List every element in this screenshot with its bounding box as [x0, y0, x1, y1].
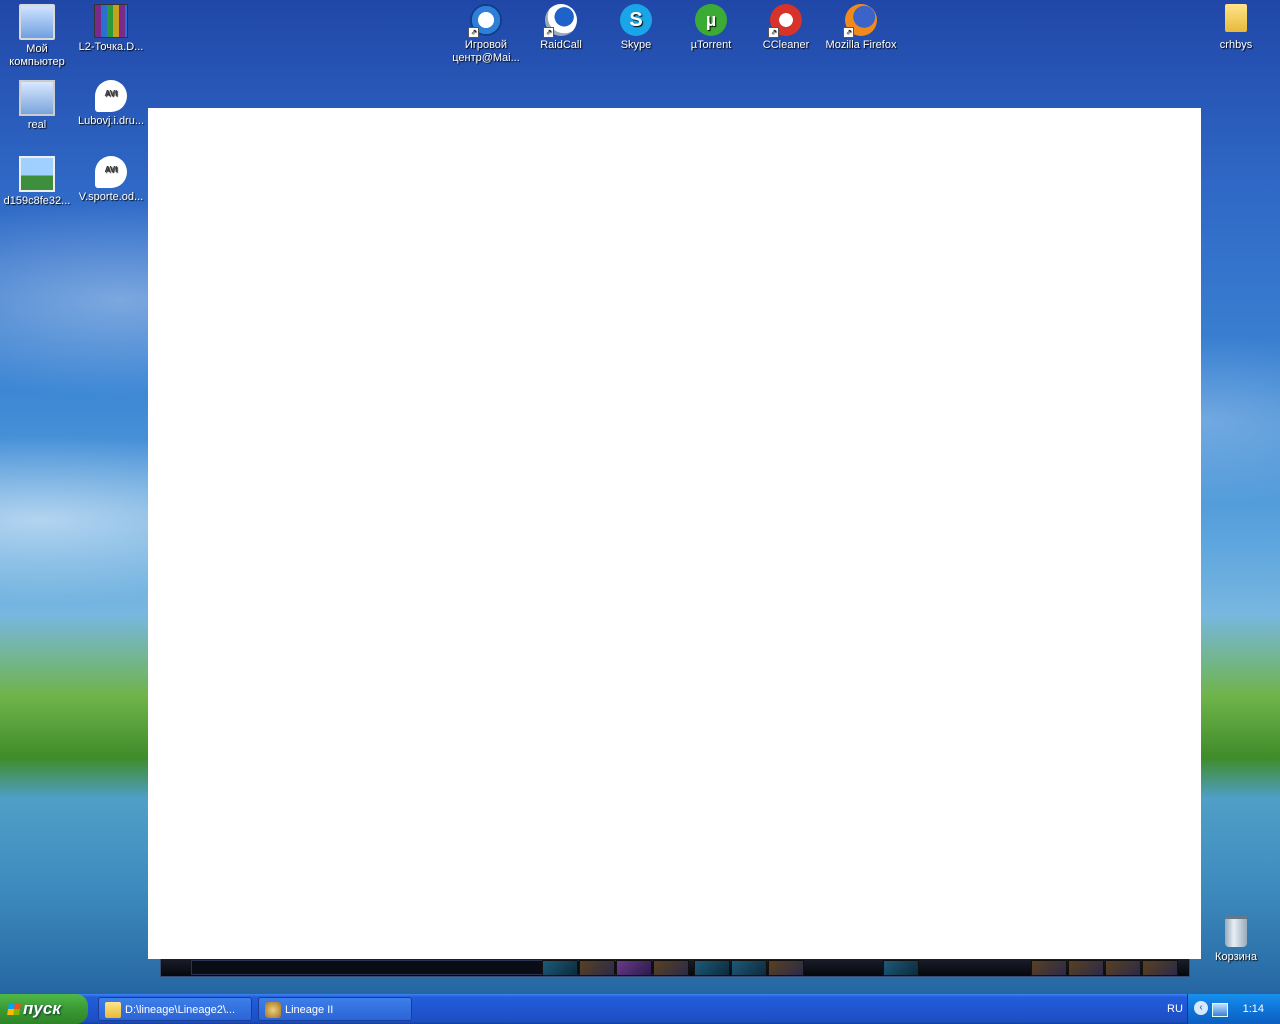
- taskbar-button-label: Lineage II: [285, 1004, 334, 1016]
- desktop-icon-raidcall[interactable]: ↗ RaidCall: [524, 4, 598, 52]
- skype-icon: S: [620, 4, 652, 36]
- image-file-icon: [19, 156, 55, 192]
- language-indicator[interactable]: RU: [1167, 994, 1183, 1024]
- desktop-icon-image-file[interactable]: d159c8fe32...: [0, 156, 74, 208]
- network-icon: [19, 80, 55, 116]
- recycle-bin-icon-wrap: [1220, 916, 1252, 948]
- desktop-icon-label: Lubovj.i.dru...: [77, 115, 145, 127]
- firefox-icon: ↗: [843, 4, 877, 38]
- desktop-icon-recycle-bin[interactable]: Корзина: [1199, 914, 1273, 964]
- desktop-icon-label: real: [27, 119, 47, 131]
- desktop-icon-label: µTorrent: [690, 39, 732, 51]
- recycle-bin-icon: [1225, 916, 1247, 947]
- avi-file-icon: AVI: [95, 80, 127, 112]
- game-center-icon: ↗: [468, 4, 502, 38]
- game-hotbar[interactable]: [160, 959, 1190, 977]
- folder-icon: [105, 1002, 121, 1018]
- hotbar-slot[interactable]: [768, 960, 804, 976]
- desktop-icon-real[interactable]: real: [0, 80, 74, 132]
- desktop-icon-label: V.sporte.od...: [78, 191, 144, 203]
- desktop-icon-label: Корзина: [1215, 951, 1257, 963]
- hotbar-slot[interactable]: [1068, 960, 1104, 976]
- hotbar-slot[interactable]: [883, 960, 919, 976]
- desktop-icon-label: CCleaner: [762, 39, 810, 51]
- desktop-icon-l2-archive[interactable]: L2-Точка.D...: [74, 4, 148, 54]
- folder-icon: [1225, 4, 1247, 32]
- system-tray: ‹ 1:14: [1187, 994, 1280, 1024]
- hotbar-slot[interactable]: [1031, 960, 1067, 976]
- shortcut-arrow-icon: ↗: [768, 27, 779, 38]
- desktop-icon-lubovj[interactable]: AVI Lubovj.i.dru...: [74, 80, 148, 128]
- taskbar-button-explorer[interactable]: D:\lineage\Lineage2\...: [98, 997, 252, 1021]
- desktop-icon-label: Мой компьютер: [9, 43, 65, 68]
- lineage-game-window[interactable]: [148, 108, 1201, 959]
- raidcall-icon: ↗: [543, 4, 577, 38]
- desktop-icon-skype[interactable]: S Skype: [599, 4, 673, 52]
- hotbar-slot[interactable]: [731, 960, 767, 976]
- computer-icon: [19, 4, 55, 40]
- hotbar-slot[interactable]: [1105, 960, 1141, 976]
- desktop-icon-label: d159c8fe32...: [3, 195, 71, 207]
- taskbar-button-lineage[interactable]: Lineage II: [258, 997, 412, 1021]
- desktop-icon-v-sporte[interactable]: AVI V.sporte.od...: [74, 156, 148, 204]
- hotbar-slot[interactable]: [1142, 960, 1178, 976]
- hotbar-slot[interactable]: [579, 960, 615, 976]
- clock[interactable]: 1:14: [1243, 994, 1264, 1024]
- shortcut-arrow-icon: ↗: [543, 27, 554, 38]
- start-label: пуск: [23, 999, 61, 1018]
- utorrent-icon: µ: [695, 4, 727, 36]
- desktop-icon-crhbys[interactable]: crhbys: [1199, 4, 1273, 52]
- folder-icon-wrap: [1220, 4, 1252, 36]
- start-button[interactable]: пуск: [0, 994, 88, 1024]
- avi-file-icon: AVI: [95, 156, 127, 188]
- archive-icon: [94, 4, 128, 38]
- hotbar-slot[interactable]: [653, 960, 689, 976]
- desktop-icon-label: Игровой центр@Mai...: [452, 39, 520, 64]
- game-icon: [265, 1002, 281, 1018]
- taskbar-button-label: D:\lineage\Lineage2\...: [125, 1004, 236, 1016]
- desktop-icon-label: Mozilla Firefox: [825, 39, 897, 51]
- hotbar-slot[interactable]: [694, 960, 730, 976]
- desktop-icon-utorrent[interactable]: µ µTorrent: [674, 4, 748, 52]
- taskbar: пуск D:\lineage\Lineage2\... Lineage II …: [0, 994, 1280, 1024]
- desktop-icon-ccleaner[interactable]: ↗ CCleaner: [749, 4, 823, 52]
- windows-logo-icon: [7, 1003, 21, 1015]
- desktop-icon-label: L2-Точка.D...: [78, 41, 144, 53]
- shortcut-arrow-icon: ↗: [843, 27, 854, 38]
- hotbar-slot[interactable]: [616, 960, 652, 976]
- desktop-icon-label: Skype: [620, 39, 652, 51]
- shortcut-arrow-icon: ↗: [468, 27, 479, 38]
- desktop-icon-label: crhbys: [1219, 39, 1253, 51]
- desktop-icon-my-computer[interactable]: Мой компьютер: [0, 4, 74, 69]
- desktop-icon-label: RaidCall: [540, 39, 582, 51]
- network-status-icon[interactable]: [1212, 1003, 1228, 1017]
- ccleaner-icon: ↗: [768, 4, 802, 38]
- hotbar-slot[interactable]: [542, 960, 578, 976]
- show-hidden-icons-icon[interactable]: ‹: [1194, 1001, 1208, 1015]
- desktop-icon-firefox[interactable]: ↗ Mozilla Firefox: [824, 4, 898, 52]
- desktop-icon-game-center[interactable]: ↗ Игровой центр@Mai...: [449, 4, 523, 65]
